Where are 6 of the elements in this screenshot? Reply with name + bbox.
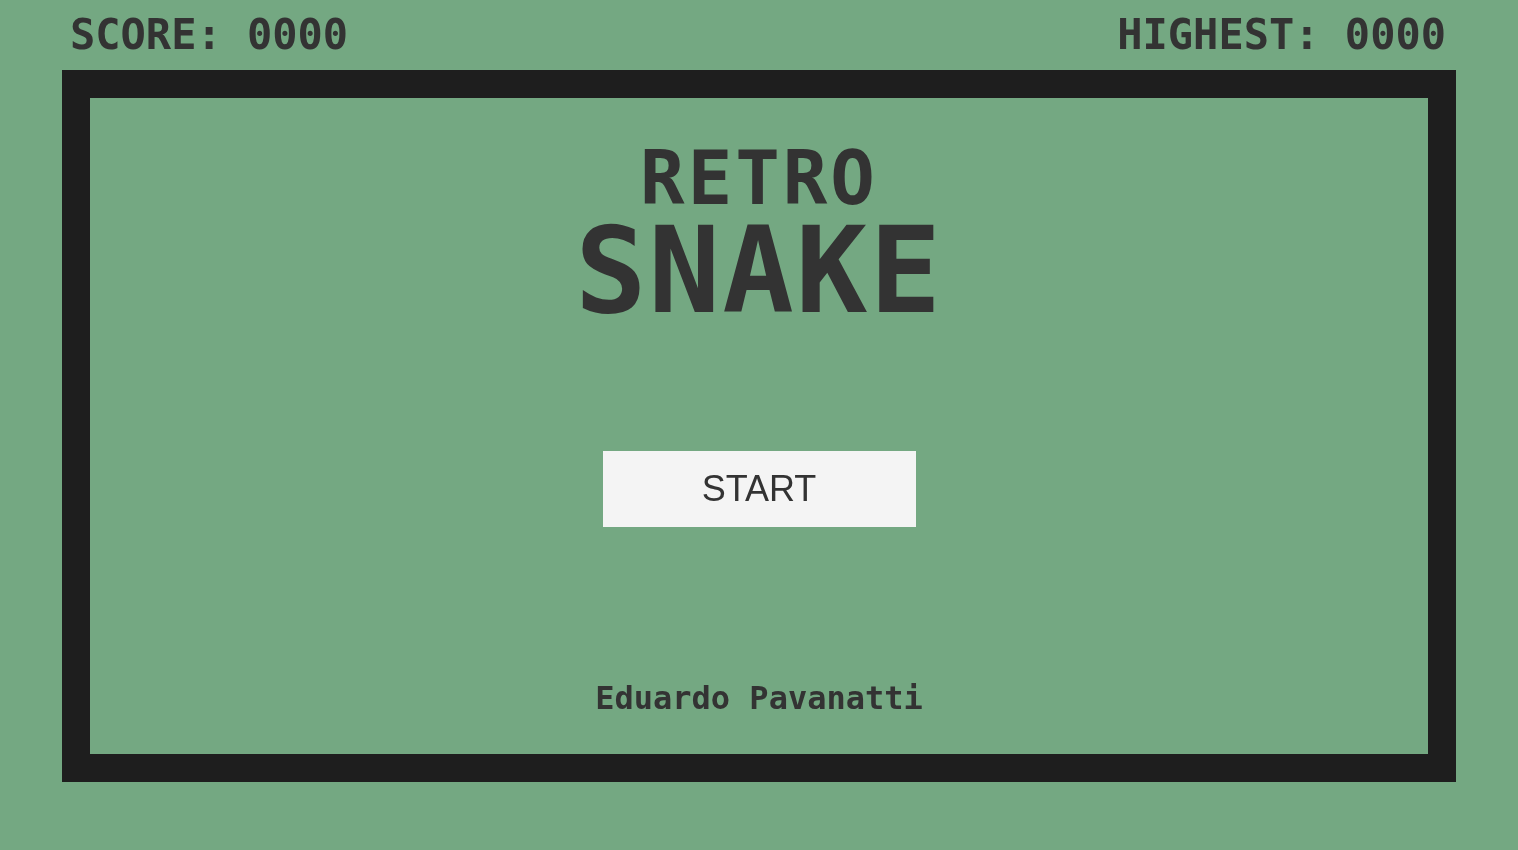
author-credit: Eduardo Pavanatti [595,682,923,714]
score-label: SCORE: 0000 [70,14,349,56]
start-button[interactable]: START [602,451,916,527]
highest-score-label: HIGHEST: 0000 [1117,14,1446,56]
title-snake: SNAKE [574,212,944,331]
title-retro: RETRO [640,141,878,215]
